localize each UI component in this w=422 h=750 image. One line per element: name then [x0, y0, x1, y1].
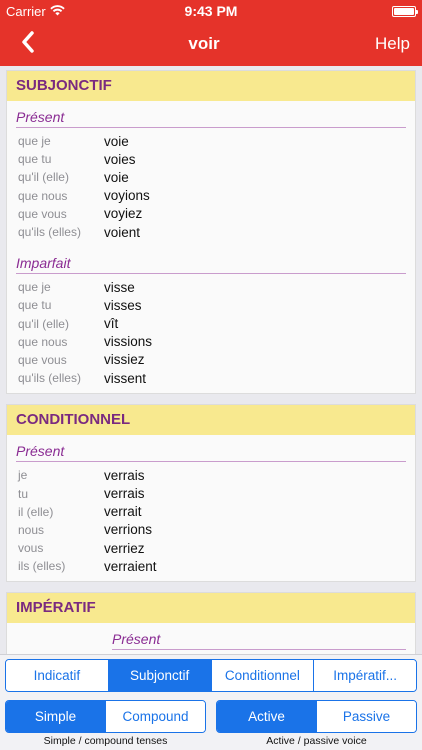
conjugation-row: qu'ils (elles) voient — [7, 223, 415, 241]
pronoun-label: qu'il (elle) — [18, 316, 69, 331]
pronoun-label: qu'ils (elles) — [18, 225, 81, 240]
conjugation-row: que je visse — [7, 278, 415, 296]
conjugation-row: nous verrions — [7, 521, 415, 539]
mood-card: CONDITIONNEL Présent je verrais tu verrais il … — [6, 404, 416, 583]
pronoun-label: qu'il (elle) — [18, 170, 69, 185]
mood-header: SUBJONCTIF — [7, 71, 415, 101]
pronoun-label: que nous — [18, 188, 68, 203]
conjugation-row: je verrais — [7, 466, 415, 484]
verb-form: vissiez — [104, 352, 145, 368]
pronoun-label: que tu — [18, 298, 52, 313]
status-left: Carrier — [6, 4, 156, 19]
pronoun-label: que nous — [18, 334, 68, 349]
conjugation-row: tu verrais — [7, 484, 415, 502]
voice-toggle-caption: Active / passive voice — [266, 735, 367, 747]
pronoun-label: qu'ils (elles) — [18, 371, 81, 386]
tense-block: Présentvois — [7, 631, 415, 654]
tense-block: Présent que je voie que tu voies qu'il (elle)… — [7, 109, 415, 247]
pronoun-label: nous — [18, 522, 45, 537]
chevron-left-icon — [21, 30, 35, 58]
verb-form: voie — [104, 133, 129, 149]
verb-form: verrais — [104, 467, 145, 483]
pronoun-label: vous — [18, 541, 44, 556]
pronoun-label: il (elle) — [18, 504, 54, 519]
status-time: 9:43 PM — [184, 3, 238, 19]
conjugation-row: qu'il (elle) voie — [7, 168, 415, 186]
verb-form: voient — [104, 224, 141, 240]
verb-form: verraient — [104, 558, 157, 574]
verb-form: voie — [104, 169, 129, 185]
tense-block: Présent je verrais tu verrais il (elle) verrai… — [7, 443, 415, 581]
mood-tab-subjonctif[interactable]: Subjonctif — [108, 660, 212, 691]
pronoun-label: tu — [18, 486, 29, 501]
simple-segment[interactable]: Simple — [6, 701, 106, 732]
verb-form: verriez — [104, 540, 145, 556]
active-segment[interactable]: Active — [217, 701, 317, 732]
mood-header: CONDITIONNEL — [7, 405, 415, 436]
tense-toggle-caption: Simple / compound tenses — [43, 735, 168, 747]
tense-toggle: Simple Compound — [5, 700, 206, 733]
pronoun-label: que vous — [18, 352, 67, 367]
conjugation-row: que tu voies — [7, 150, 415, 168]
mood-card: SUBJONCTIF Présent que je voie que tu voies qu… — [6, 70, 416, 395]
tense-title: Présent — [16, 443, 406, 463]
mood-card: IMPÉRATIF Présentvois — [6, 592, 416, 654]
verb-form: visses — [104, 297, 142, 313]
nav-bar: voir Help — [0, 22, 422, 66]
status-bar: Carrier 9:43 PM — [0, 0, 422, 22]
mood-tab-indicatif[interactable]: Indicatif — [6, 660, 109, 691]
mood-tab-conditionnel[interactable]: Conditionnel — [211, 660, 315, 691]
mood-tab-impératif[interactable]: Impératif... — [314, 660, 416, 691]
verb-form: vissent — [104, 370, 147, 386]
help-button[interactable]: Help — [352, 34, 422, 54]
tense-title: Présent — [112, 631, 406, 651]
conjugation-list[interactable]: SUBJONCTIF Présent que je voie que tu voies qu… — [0, 66, 422, 654]
conjugation-row: que tu visses — [7, 296, 415, 314]
battery-icon — [392, 5, 418, 17]
verb-form: voyions — [104, 188, 150, 204]
voice-toggle: Active Passive — [216, 700, 417, 733]
wifi-icon — [50, 4, 65, 19]
verb-form: vissions — [104, 334, 153, 350]
conjugation-row: qu'il (elle) vît — [7, 315, 415, 333]
pronoun-label: que je — [18, 134, 51, 149]
verb-form: verrions — [104, 522, 153, 538]
conjugation-row: ils (elles) verraient — [7, 557, 415, 575]
carrier-label: Carrier — [6, 3, 46, 19]
tense-block: Imparfait que je visse que tu visses qu'il (e… — [7, 255, 415, 393]
conjugation-row: que nous voyions — [7, 187, 415, 205]
pronoun-label: que je — [18, 280, 51, 295]
verb-form: voyiez — [104, 206, 143, 222]
mood-segmented-control: Indicatif Subjonctif Conditionnel Impératif… — [5, 659, 417, 692]
verb-form: voies — [104, 151, 136, 167]
passive-segment[interactable]: Passive — [317, 701, 416, 732]
tense-title: Imparfait — [16, 255, 406, 275]
pronoun-label: que tu — [18, 152, 52, 167]
pronoun-label: je — [18, 468, 28, 483]
bottom-controls: Indicatif Subjonctif Conditionnel Impératif… — [0, 654, 422, 750]
page-title: voir — [188, 34, 220, 53]
conjugation-row: qu'ils (elles) vissent — [7, 369, 415, 387]
pronoun-label: ils (elles) — [18, 559, 66, 574]
conjugation-row: que nous vissions — [7, 333, 415, 351]
mood-header: IMPÉRATIF — [7, 593, 415, 624]
conjugation-row: vous verriez — [7, 539, 415, 557]
verb-form: verrais — [104, 486, 145, 502]
pronoun-label: que vous — [18, 206, 67, 221]
status-right — [266, 5, 418, 17]
conjugation-row: il (elle) verrait — [7, 503, 415, 521]
verb-form: visse — [104, 279, 135, 295]
tense-title: Présent — [16, 109, 406, 128]
compound-segment[interactable]: Compound — [106, 701, 205, 732]
back-button[interactable] — [0, 22, 56, 66]
conjugation-row: que vous voyiez — [7, 205, 415, 223]
conjugation-row: que vous vissiez — [7, 351, 415, 369]
verb-form: vît — [104, 316, 119, 332]
verb-form: verrait — [104, 504, 142, 520]
conjugation-row: que je voie — [7, 132, 415, 150]
